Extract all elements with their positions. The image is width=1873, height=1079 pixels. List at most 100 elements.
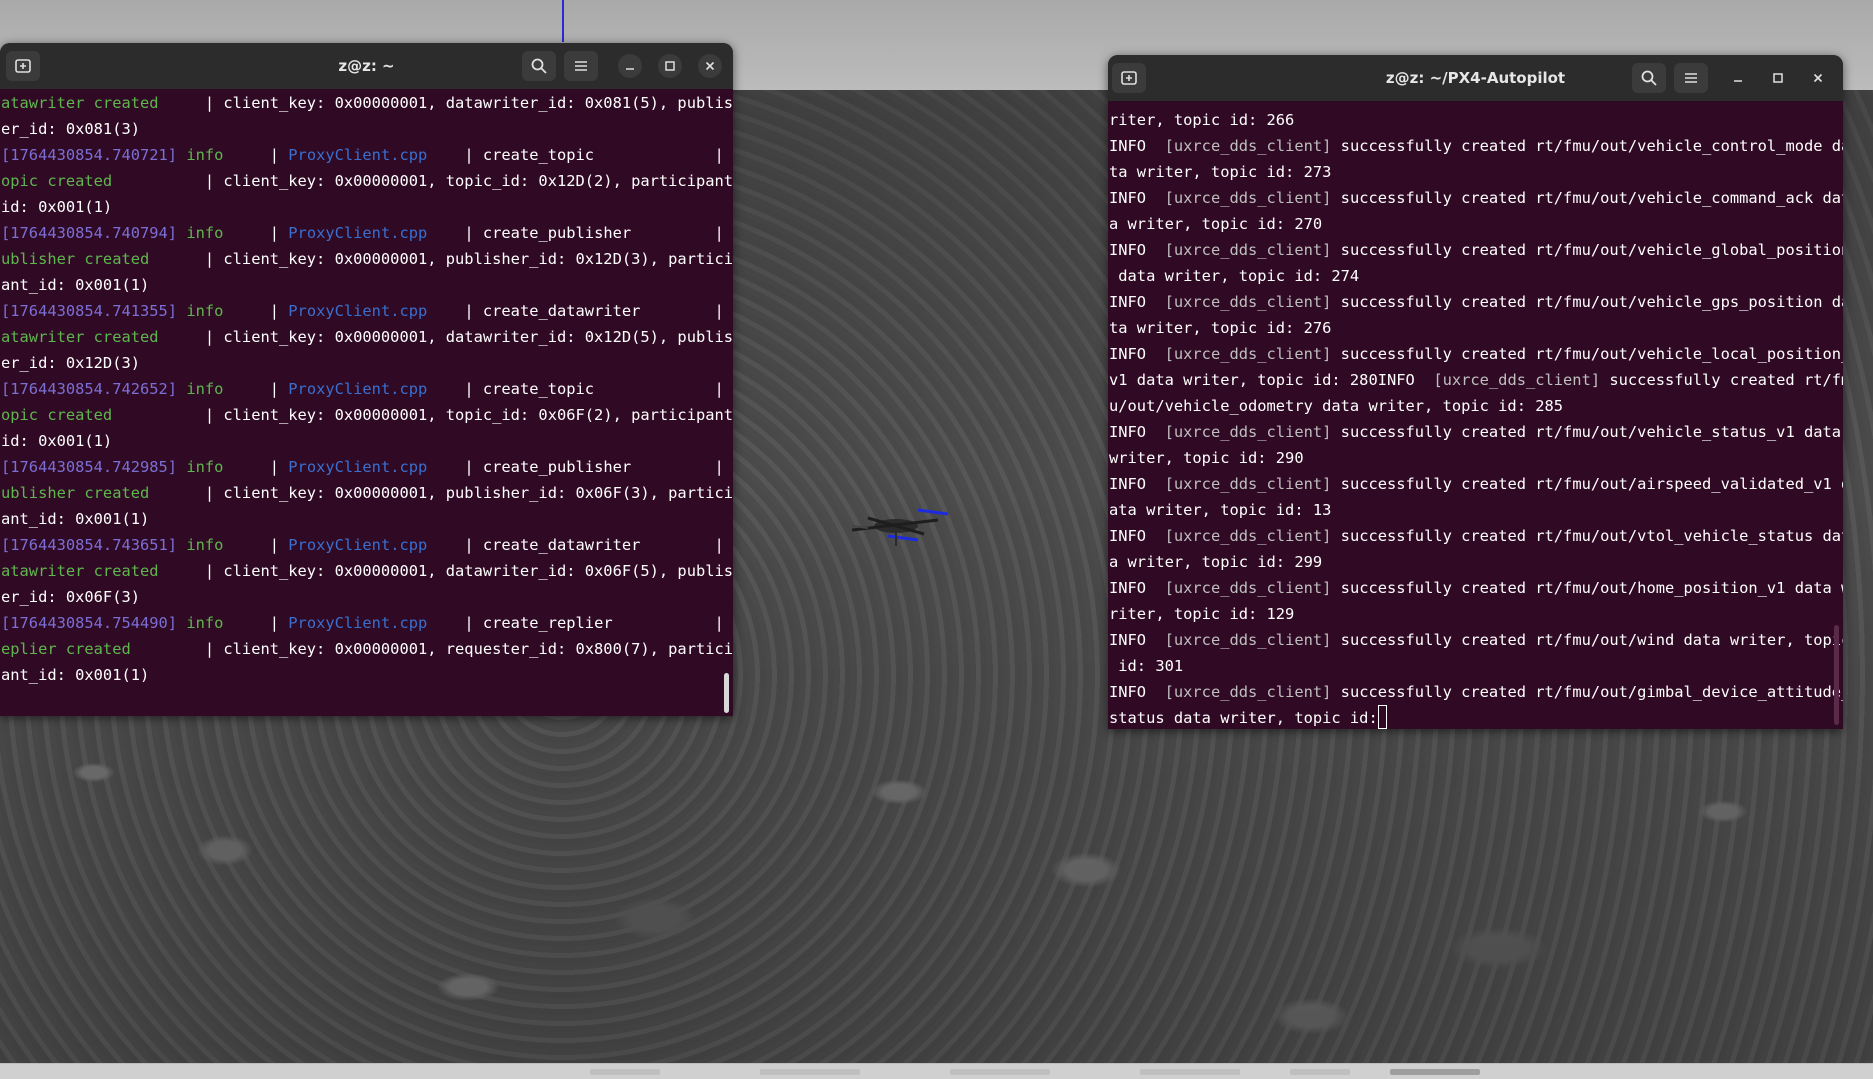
terminal-line: id: 0x001(1) xyxy=(1,194,723,220)
terminal-line: id: 0x001(1) xyxy=(1,428,723,454)
toolbar-segment xyxy=(1290,1069,1350,1075)
terminal-text-segment: ant_id: 0x001(1) xyxy=(1,666,150,684)
terminal-line: opic created | client_key: 0x00000001, t… xyxy=(1,168,733,194)
terminal-text-segment: ProxyClient.cpp xyxy=(288,302,428,320)
terminal-line: INFO [uxrce_dds_client] successfully cre… xyxy=(1109,575,1843,601)
terminal-line: ublisher created | client_key: 0x0000000… xyxy=(1,246,733,272)
terminal-text-segment: [uxrce_dds_client] xyxy=(1164,137,1332,155)
terminal-text-segment: successfully created rt/fmu/out/airspeed… xyxy=(1331,475,1843,493)
terminal-text-segment: ublisher created xyxy=(1,250,150,268)
terminal-line: ta writer, topic id: 273 xyxy=(1109,159,1833,185)
terminal-text-segment: INFO xyxy=(1109,579,1165,597)
terminal-text-segment: er_id: 0x12D(3) xyxy=(1,354,140,372)
terminal-text-segment: INFO xyxy=(1109,293,1165,311)
terminal-text-segment: INFO xyxy=(1109,631,1165,649)
terminal-line: v1 data writer, topic id: 280INFO [uxrce… xyxy=(1109,367,1843,393)
axis-marker-line xyxy=(562,0,564,42)
terminal-text-segment: | create_publisher | xyxy=(427,224,733,242)
terminal-text-segment: INFO xyxy=(1109,241,1165,259)
terminal-line: INFO [uxrce_dds_client] successfully cre… xyxy=(1109,341,1843,367)
left-terminal-window[interactable]: z@z: ~ atawriter created | client_key: 0… xyxy=(0,43,733,716)
terminal-text-segment: INFO xyxy=(1109,423,1165,441)
terminal-text-segment: ProxyClient.cpp xyxy=(288,614,428,632)
quadcopter-drone-model[interactable] xyxy=(838,500,958,550)
terminal-text-segment: INFO xyxy=(1109,345,1165,363)
bottom-toolbar xyxy=(0,1063,1873,1079)
terminal-line: writer, topic id: 290 xyxy=(1109,445,1833,471)
terminal-text-segment: [1764430854.754490] xyxy=(1,614,178,632)
terminal-text-segment: writer, topic id: 290 xyxy=(1109,449,1304,467)
terminal-line: [1764430854.742985] info | ProxyClient.c… xyxy=(1,454,724,480)
terminal-text-segment: [1764430854.742985] xyxy=(1,458,178,476)
terminal-text-segment: atawriter created xyxy=(1,94,159,112)
terminal-text-segment: | client_key: 0x00000001, requester_id: … xyxy=(130,640,733,658)
terminal-line: INFO [uxrce_dds_client] successfully cre… xyxy=(1109,627,1843,653)
terminal-text-segment: v1 data writer, topic id: 280INFO xyxy=(1109,371,1434,389)
terminal-text-segment: atawriter created xyxy=(1,562,159,580)
terminal-text-segment: | xyxy=(223,458,289,476)
terminal-text-segment: [uxrce_dds_client] xyxy=(1164,423,1332,441)
terminal-text-segment: er_id: 0x06F(3) xyxy=(1,588,140,606)
terminal-text-segment: INFO xyxy=(1109,475,1165,493)
terminal-line: atawriter created | client_key: 0x000000… xyxy=(1,558,733,584)
terminal-text-segment: INFO xyxy=(1109,189,1165,207)
terminal-text-segment: info xyxy=(177,224,224,242)
terminal-line: [1764430854.740721] info | ProxyClient.c… xyxy=(1,142,724,168)
terminal-text-segment: | xyxy=(223,146,289,164)
terminal-line: riter, topic id: 266 xyxy=(1109,107,1833,133)
terminal-text-segment: id: 301 xyxy=(1109,657,1184,675)
terminal-text-segment: [uxrce_dds_client] xyxy=(1164,475,1332,493)
terminal-text-segment: eplier created xyxy=(1,640,131,658)
right-terminal-output[interactable]: riter, topic id: 266 INFO [uxrce_dds_clie… xyxy=(1108,55,1843,729)
terminal-text-segment: INFO xyxy=(1109,683,1165,701)
terminal-text-segment: [1764430854.742652] xyxy=(1,380,178,398)
terminal-text-segment: | xyxy=(223,302,289,320)
terminal-text-segment: ProxyClient.cpp xyxy=(288,146,428,164)
terminal-text-segment: ProxyClient.cpp xyxy=(288,536,428,554)
terminal-text-segment: [1764430854.743651] xyxy=(1,536,178,554)
terminal-text-segment: | create_datawriter | xyxy=(427,536,733,554)
terminal-line: ant_id: 0x001(1) xyxy=(1,662,723,688)
left-terminal-scrollbar[interactable] xyxy=(724,673,729,713)
terminal-text-segment: [uxrce_dds_client] xyxy=(1164,527,1332,545)
terminal-line: ata writer, topic id: 13 xyxy=(1109,497,1833,523)
terminal-text-segment: a writer, topic id: 270 xyxy=(1109,215,1323,233)
terminal-line: INFO [uxrce_dds_client] successfully cre… xyxy=(1109,133,1843,159)
terminal-line: id: 301 xyxy=(1109,653,1833,679)
terminal-text-segment: id: 0x001(1) xyxy=(1,198,113,216)
terminal-line: [1764430854.743651] info | ProxyClient.c… xyxy=(1,532,724,558)
terminal-text-segment: | xyxy=(223,536,289,554)
terminal-text-segment: a writer, topic id: 299 xyxy=(1109,553,1323,571)
terminal-line: ublisher created | client_key: 0x0000000… xyxy=(1,480,733,506)
terminal-text-segment: INFO xyxy=(1109,527,1165,545)
terminal-line: INFO [uxrce_dds_client] successfully cre… xyxy=(1109,237,1843,263)
terminal-text-segment: | client_key: 0x00000001, topic_id: 0x12… xyxy=(112,172,733,190)
terminal-line: [1764430854.754490] info | ProxyClient.c… xyxy=(1,610,724,636)
terminal-text-segment: riter, topic id: 129 xyxy=(1109,605,1295,623)
terminal-text-segment: | create_topic | xyxy=(427,146,733,164)
terminal-line: opic created | client_key: 0x00000001, t… xyxy=(1,402,733,428)
terminal-text-segment: | client_key: 0x00000001, datawriter_id:… xyxy=(158,94,733,112)
toolbar-segment xyxy=(760,1069,860,1075)
terminal-text-segment: [1764430854.740721] xyxy=(1,146,178,164)
right-terminal-window[interactable]: z@z: ~/PX4-Autopilot riter, topic id: 26… xyxy=(1108,55,1843,729)
terminal-text-segment: [uxrce_dds_client] xyxy=(1164,189,1332,207)
left-terminal-output[interactable]: atawriter created | client_key: 0x000000… xyxy=(0,43,733,716)
terminal-text-segment: ata writer, topic id: 13 xyxy=(1109,501,1332,519)
terminal-text-segment: opic created xyxy=(1,172,113,190)
terminal-text-segment: ProxyClient.cpp xyxy=(288,224,428,242)
terminal-text-segment: info xyxy=(177,536,224,554)
terminal-text-segment: | xyxy=(223,224,289,242)
terminal-text-segment: | create_publisher | xyxy=(427,458,733,476)
terminal-text-segment: successfully created rt/fm xyxy=(1600,371,1843,389)
terminal-line: INFO [uxrce_dds_client] successfully cre… xyxy=(1109,419,1841,445)
terminal-line: riter, topic id: 129 xyxy=(1109,601,1833,627)
right-terminal-scrollbar[interactable] xyxy=(1834,625,1839,725)
terminal-text-segment: ublisher created xyxy=(1,484,150,502)
terminal-line: INFO [uxrce_dds_client] successfully cre… xyxy=(1109,679,1843,705)
terminal-text-segment: [1764430854.740794] xyxy=(1,224,178,242)
terminal-text-segment: successfully created rt/fmu/out/vehicle_… xyxy=(1331,137,1843,155)
terminal-text-segment: | create_replier | xyxy=(427,614,733,632)
terminal-line: INFO [uxrce_dds_client] successfully cre… xyxy=(1109,185,1843,211)
terminal-line: INFO [uxrce_dds_client] successfully cre… xyxy=(1109,471,1843,497)
